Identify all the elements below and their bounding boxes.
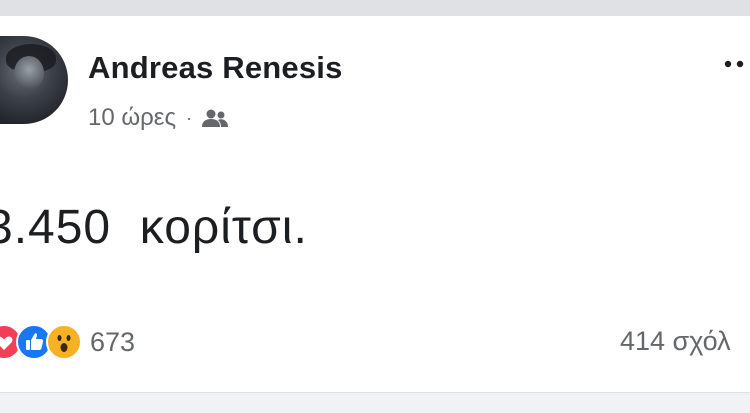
more-options-icon[interactable] bbox=[718, 52, 750, 76]
reaction-count[interactable]: 673 bbox=[90, 327, 135, 358]
wow-reaction-icon bbox=[46, 324, 82, 360]
post-text: 3.450 κορίτσι. bbox=[0, 201, 308, 254]
reaction-summary[interactable]: 673 bbox=[0, 322, 135, 362]
author-name[interactable]: Andreas Renesis bbox=[88, 50, 343, 86]
meta-separator: · bbox=[186, 107, 193, 128]
friends-icon[interactable] bbox=[200, 107, 230, 129]
post-meta: 10 ώρες · bbox=[88, 104, 230, 132]
bottom-divider bbox=[0, 392, 750, 413]
post-time[interactable]: 10 ώρες bbox=[88, 104, 176, 132]
comment-count[interactable]: 414 σχόλ bbox=[620, 326, 731, 357]
top-divider bbox=[0, 0, 750, 16]
